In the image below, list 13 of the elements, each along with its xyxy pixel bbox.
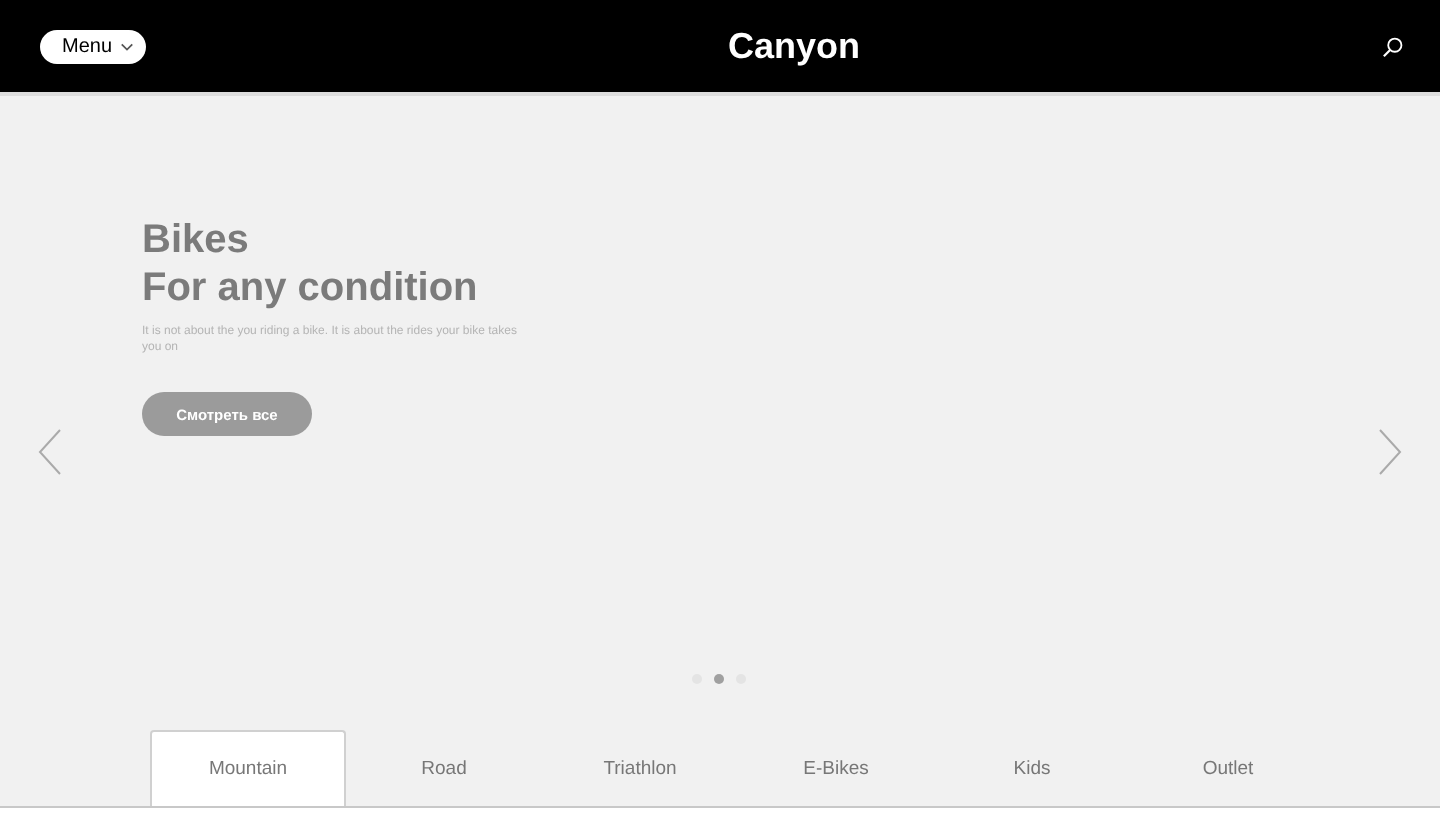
category-tab[interactable]: Outlet [1130, 730, 1326, 806]
hero-title: Bikes [142, 216, 251, 264]
category-tab[interactable]: Mountain [150, 730, 346, 806]
search-icon[interactable] [1382, 35, 1404, 57]
category-tab[interactable]: Road [346, 730, 542, 806]
menu-button[interactable]: Menu [40, 29, 147, 63]
slide-dot[interactable] [714, 674, 724, 684]
hero-subtitle: For any condition [142, 264, 480, 312]
logo[interactable]: Canyon [728, 25, 861, 67]
category-tab[interactable]: Triathlon [542, 730, 738, 806]
category-tab[interactable]: Kids [934, 730, 1130, 806]
category-tab[interactable]: E-Bikes [738, 730, 934, 806]
caret-icon [120, 41, 135, 51]
